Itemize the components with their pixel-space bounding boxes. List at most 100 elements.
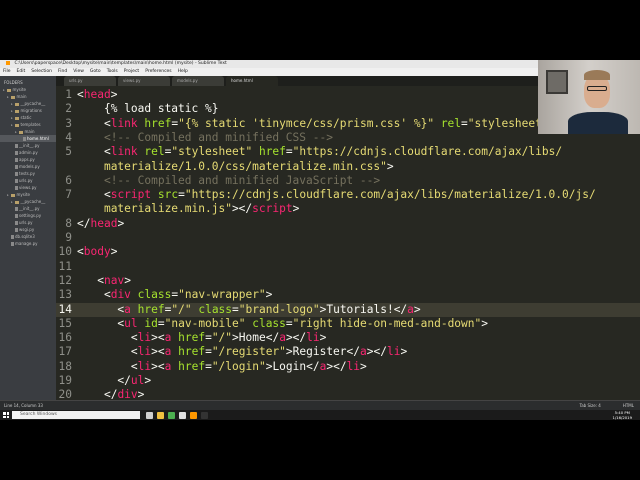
sidebar-folder[interactable]: ▸ migrations (0, 107, 56, 114)
tab-models-py[interactable]: models.py (172, 76, 224, 86)
line-number: 15 (58, 316, 72, 330)
sidebar-file[interactable]: views.py (0, 184, 56, 191)
code-line[interactable]: materialize/1.0.0/css/materialize.min.cs… (56, 160, 640, 174)
code-line[interactable]: 7 <script src="https://cdnjs.cloudflare.… (56, 188, 640, 202)
line-number: 18 (58, 359, 72, 373)
clock-date: 1/16/2019 (612, 415, 632, 420)
sidebar-file[interactable]: settings.py (0, 212, 56, 219)
code-line[interactable]: 6 <!-- Compiled and minified JavaScript … (56, 174, 640, 188)
file-icon (23, 137, 26, 141)
sidebar-folder[interactable]: ▸ main (0, 93, 56, 100)
tree-item-label: __pycache__ (20, 199, 46, 204)
line-number: 17 (58, 345, 72, 359)
code-line[interactable]: 9 (56, 231, 640, 245)
menu-goto[interactable]: Goto (90, 68, 101, 76)
menu-project[interactable]: Project (124, 68, 139, 76)
code-line[interactable]: 10 <body> (56, 245, 640, 259)
code-text: materialize/1.0.0/css/materialize.min.cs… (103, 159, 394, 173)
code-text: <!-- Compiled and minified CSS --> (103, 130, 333, 144)
sidebar-file[interactable]: home.html (0, 135, 56, 142)
code-line[interactable]: 11 (56, 260, 640, 274)
sidebar-file[interactable]: admin.py (0, 149, 56, 156)
code-line[interactable]: 15 <ul id="nav-mobile" class="right hide… (56, 317, 640, 331)
sidebar-folder[interactable]: ▸ __pycache__ (0, 100, 56, 107)
cmd-icon[interactable] (201, 411, 208, 419)
folder-icon (7, 88, 11, 92)
tree-item-label: db.sqlite3 (15, 234, 35, 239)
code-line[interactable]: 5 <link rel="stylesheet" href="https://c… (56, 145, 640, 159)
code-line[interactable]: 8 </head> (56, 217, 640, 231)
tab-urls-py[interactable]: urls.py (64, 76, 116, 86)
tree-item-label: static (20, 115, 32, 120)
code-line[interactable]: 13 <div class="nav-wrapper"> (56, 288, 640, 302)
tree-item-label: migrations (20, 108, 42, 113)
menu-view[interactable]: View (73, 68, 84, 76)
folder-icon (11, 193, 15, 197)
tab-home-html[interactable]: home.html (226, 76, 278, 86)
sidebar-file[interactable]: wsgi.py (0, 226, 56, 233)
code-line[interactable]: 20 </div> (56, 388, 640, 400)
folder-icon (19, 130, 23, 134)
tab-views-py[interactable]: views.py (118, 76, 170, 86)
code-line[interactable]: 12 <nav> (56, 274, 640, 288)
folders-header: FOLDERS (4, 80, 23, 85)
code-line[interactable]: 17 <li><a href="/register">Register</a><… (56, 345, 640, 359)
sidebar-file[interactable]: manage.py (0, 240, 56, 247)
file-tree: ▸ mysite ▸ main ▸ __pycache__ ▸ migrations ▸ stat… (0, 86, 56, 247)
code-line[interactable]: 18 <li><a href="/login">Login</a></li> (56, 360, 640, 374)
folder-icon (15, 123, 19, 127)
code-text: <nav> (97, 273, 131, 287)
sidebar-file[interactable]: urls.py (0, 177, 56, 184)
notepad-icon[interactable] (179, 411, 186, 419)
tree-item-label: urls.py (19, 220, 33, 225)
folder-icon (15, 200, 19, 204)
sidebar-folder[interactable]: ▸ static (0, 114, 56, 121)
menu-selection[interactable]: Selection (31, 68, 52, 76)
code-line[interactable]: 16 <li><a href="/">Home</a></li> (56, 331, 640, 345)
code-line[interactable]: 19 </ul> (56, 374, 640, 388)
tree-item-label: mysite (16, 192, 31, 197)
file-icon (15, 158, 18, 162)
code-text: <ul id="nav-mobile" class="right hide-on… (117, 316, 488, 330)
sublime-icon[interactable] (190, 411, 197, 419)
line-number: 12 (58, 273, 72, 287)
sidebar-file[interactable]: __init__.py (0, 142, 56, 149)
code-text: <link href="{% static 'tinymce/css/prism… (103, 116, 542, 130)
sidebar-folder[interactable]: ▸ __pycache__ (0, 198, 56, 205)
sidebar-folder[interactable]: ▸ mysite (0, 191, 56, 198)
explorer-icon[interactable] (157, 411, 164, 419)
taskbar-search-input[interactable]: Search Windows (12, 411, 140, 419)
file-icon (15, 151, 18, 155)
chrome-icon[interactable] (168, 411, 175, 419)
menu-help[interactable]: Help (178, 68, 188, 76)
sidebar-file[interactable]: urls.py (0, 219, 56, 226)
sidebar-file[interactable]: apps.py (0, 156, 56, 163)
sidebar-file[interactable]: models.py (0, 163, 56, 170)
tree-item-label: __init__.py (19, 143, 40, 148)
windows-start-button[interactable] (3, 412, 9, 418)
tree-item-label: urls.py (19, 178, 33, 183)
code-text: {% load static %} (103, 102, 219, 116)
sidebar-folder[interactable]: ▸ templates (0, 121, 56, 128)
menu-preferences[interactable]: Preferences (145, 68, 171, 76)
code-line[interactable]: materialize.min.js"></script> (56, 202, 640, 216)
file-icon (15, 186, 18, 190)
sidebar-folder[interactable]: ▸ main (0, 128, 56, 135)
presenter-shirt (568, 112, 628, 134)
system-clock[interactable]: 5:40 PM 1/16/2019 (613, 410, 632, 420)
menu-edit[interactable]: Edit (17, 68, 26, 76)
window-title: C:\Users\paperspace\Desktop\mysite\main\… (14, 61, 227, 66)
line-number: 1 (65, 88, 72, 101)
line-number: 13 (58, 288, 72, 302)
menu-file[interactable]: File (3, 68, 11, 76)
file-icon (15, 207, 18, 211)
sidebar-file[interactable]: tests.py (0, 170, 56, 177)
menu-find[interactable]: Find (58, 68, 67, 76)
file-icon (15, 172, 18, 176)
code-line[interactable]: 14 <a href="/" class="brand-logo">Tutori… (56, 302, 640, 317)
task-view-icon[interactable] (146, 411, 153, 419)
menu-tools[interactable]: Tools (107, 68, 118, 76)
sidebar-file[interactable]: __init__.py (0, 205, 56, 212)
sidebar-file[interactable]: db.sqlite3 (0, 233, 56, 240)
sidebar-folder[interactable]: ▸ mysite (0, 86, 56, 93)
